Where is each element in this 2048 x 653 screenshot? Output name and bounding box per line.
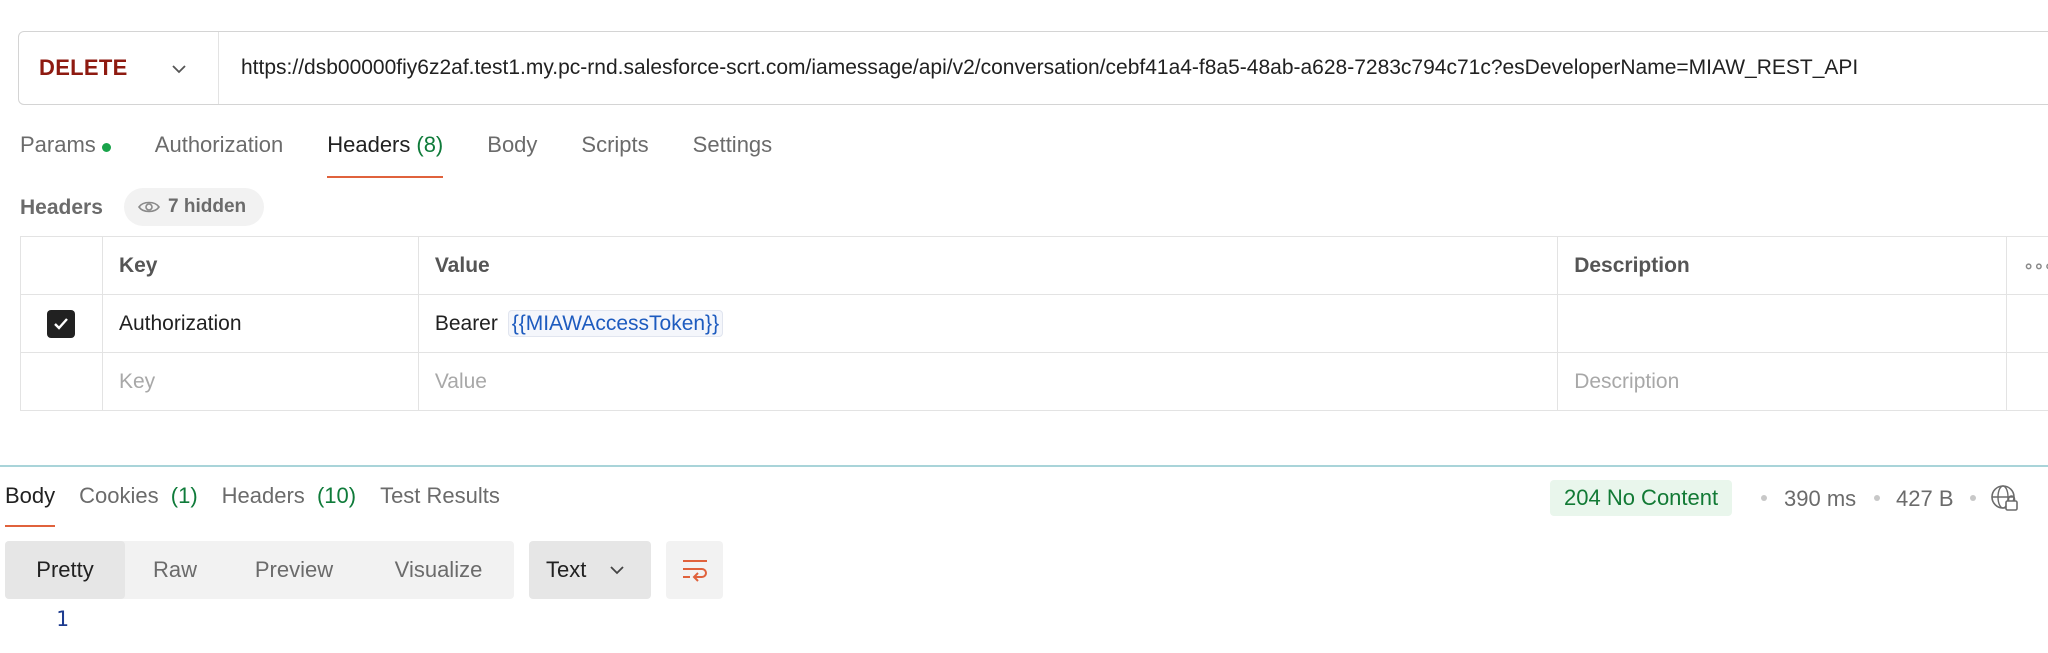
content-type-dropdown[interactable]: Text xyxy=(529,541,651,599)
format-preview[interactable]: Preview xyxy=(225,541,363,599)
hidden-headers-label: 7 hidden xyxy=(168,196,247,217)
wrap-lines-button[interactable] xyxy=(666,541,723,599)
column-description: Description xyxy=(1557,236,2007,295)
content-type-label: Text xyxy=(546,557,587,582)
url-input[interactable]: https://dsb00000fiy6z2af.test1.my.pc-rnd… xyxy=(219,56,1858,80)
row-options-cell xyxy=(2005,294,2048,353)
tab-authorization-label: Authorization xyxy=(154,132,284,157)
response-tab-body-label: Body xyxy=(5,483,56,508)
tab-settings[interactable]: Settings xyxy=(693,132,773,178)
response-size[interactable]: 427 B xyxy=(1896,486,1954,512)
format-pretty[interactable]: Pretty xyxy=(5,541,125,599)
body-format-segmented: Pretty Raw Preview Visualize xyxy=(5,541,514,599)
table-header-row: Key Value Description ∘∘∘ xyxy=(20,236,2048,295)
status-badge[interactable]: 204 No Content xyxy=(1550,480,1733,516)
tab-headers[interactable]: Headers (8) xyxy=(327,132,444,178)
tab-headers-count: (8) xyxy=(416,132,444,157)
response-tab-test-results[interactable]: Test Results xyxy=(380,483,500,527)
response-tab-test-results-label: Test Results xyxy=(380,483,500,508)
tab-scripts-label: Scripts xyxy=(581,132,649,157)
header-value-prefix: Bearer xyxy=(434,311,498,335)
empty-options-cell xyxy=(2005,352,2048,411)
pane-divider[interactable] xyxy=(0,465,2048,467)
header-value-cell[interactable]: Bearer {{MIAWAccessToken}} xyxy=(417,294,1559,353)
more-options-icon: ∘∘∘ xyxy=(2022,255,2048,276)
response-tab-headers-count: (10) xyxy=(316,483,357,508)
value-input-placeholder[interactable]: Value xyxy=(417,352,1559,411)
wrap-lines-icon xyxy=(682,560,707,582)
separator-dot xyxy=(1874,495,1880,501)
response-tabs: Body Cookies (1) Headers (10) Test Resul… xyxy=(5,483,524,527)
format-raw[interactable]: Raw xyxy=(125,541,225,599)
line-number: 1 xyxy=(56,607,69,631)
eye-icon xyxy=(138,201,160,213)
params-active-dot xyxy=(101,143,111,152)
tab-params-label: Params xyxy=(20,132,96,157)
response-tab-body[interactable]: Body xyxy=(5,483,56,527)
request-tabs: Params Authorization Headers (8) Body Sc… xyxy=(20,132,816,178)
tab-authorization[interactable]: Authorization xyxy=(155,132,283,178)
select-column-header xyxy=(20,236,103,295)
method-dropdown[interactable]: DELETE xyxy=(19,32,219,104)
request-url-bar: DELETE https://dsb00000fiy6z2af.test1.my… xyxy=(18,31,2048,105)
header-enabled-checkbox[interactable] xyxy=(47,309,76,338)
key-input-placeholder[interactable]: Key xyxy=(101,352,419,411)
chevron-down-icon xyxy=(172,65,186,74)
tab-scripts[interactable]: Scripts xyxy=(581,132,648,178)
empty-checkbox-cell xyxy=(20,352,103,411)
headers-table: Key Value Description ∘∘∘ Authorization … xyxy=(20,236,2048,411)
column-key: Key xyxy=(101,236,419,295)
header-value-variable: {{MIAWAccessToken}} xyxy=(507,309,724,337)
response-tab-cookies-count: (1) xyxy=(170,483,198,508)
response-time[interactable]: 390 ms xyxy=(1784,486,1856,512)
method-label: DELETE xyxy=(39,55,128,80)
response-tab-cookies-label: Cookies xyxy=(79,483,159,508)
header-description-cell[interactable] xyxy=(1557,294,2007,353)
tab-headers-label: Headers xyxy=(327,132,411,157)
column-value: Value xyxy=(417,236,1559,295)
network-globe-lock-icon[interactable] xyxy=(1990,484,2020,514)
response-tab-headers-label: Headers xyxy=(221,483,305,508)
checkmark-icon xyxy=(54,317,69,330)
hidden-headers-toggle[interactable]: 7 hidden xyxy=(124,188,265,226)
row-checkbox-cell xyxy=(20,294,103,353)
chevron-down-icon xyxy=(610,566,624,575)
format-visualize[interactable]: Visualize xyxy=(363,541,514,599)
tab-params[interactable]: Params xyxy=(20,132,111,178)
headers-section-title: Headers xyxy=(20,196,103,219)
response-tab-cookies[interactable]: Cookies (1) xyxy=(79,483,198,527)
header-key-cell[interactable]: Authorization xyxy=(101,294,419,353)
table-row-empty: Key Value Description xyxy=(20,352,2048,411)
response-tab-headers[interactable]: Headers (10) xyxy=(222,483,356,527)
tab-body-label: Body xyxy=(487,132,538,157)
tab-settings-label: Settings xyxy=(692,132,773,157)
column-options[interactable]: ∘∘∘ xyxy=(2005,236,2048,295)
description-input-placeholder[interactable]: Description xyxy=(1557,352,2007,411)
tab-body[interactable]: Body xyxy=(487,132,537,178)
table-row: Authorization Bearer {{MIAWAccessToken}} xyxy=(20,294,2048,353)
separator-dot xyxy=(1970,495,1976,501)
separator-dot xyxy=(1761,495,1767,501)
